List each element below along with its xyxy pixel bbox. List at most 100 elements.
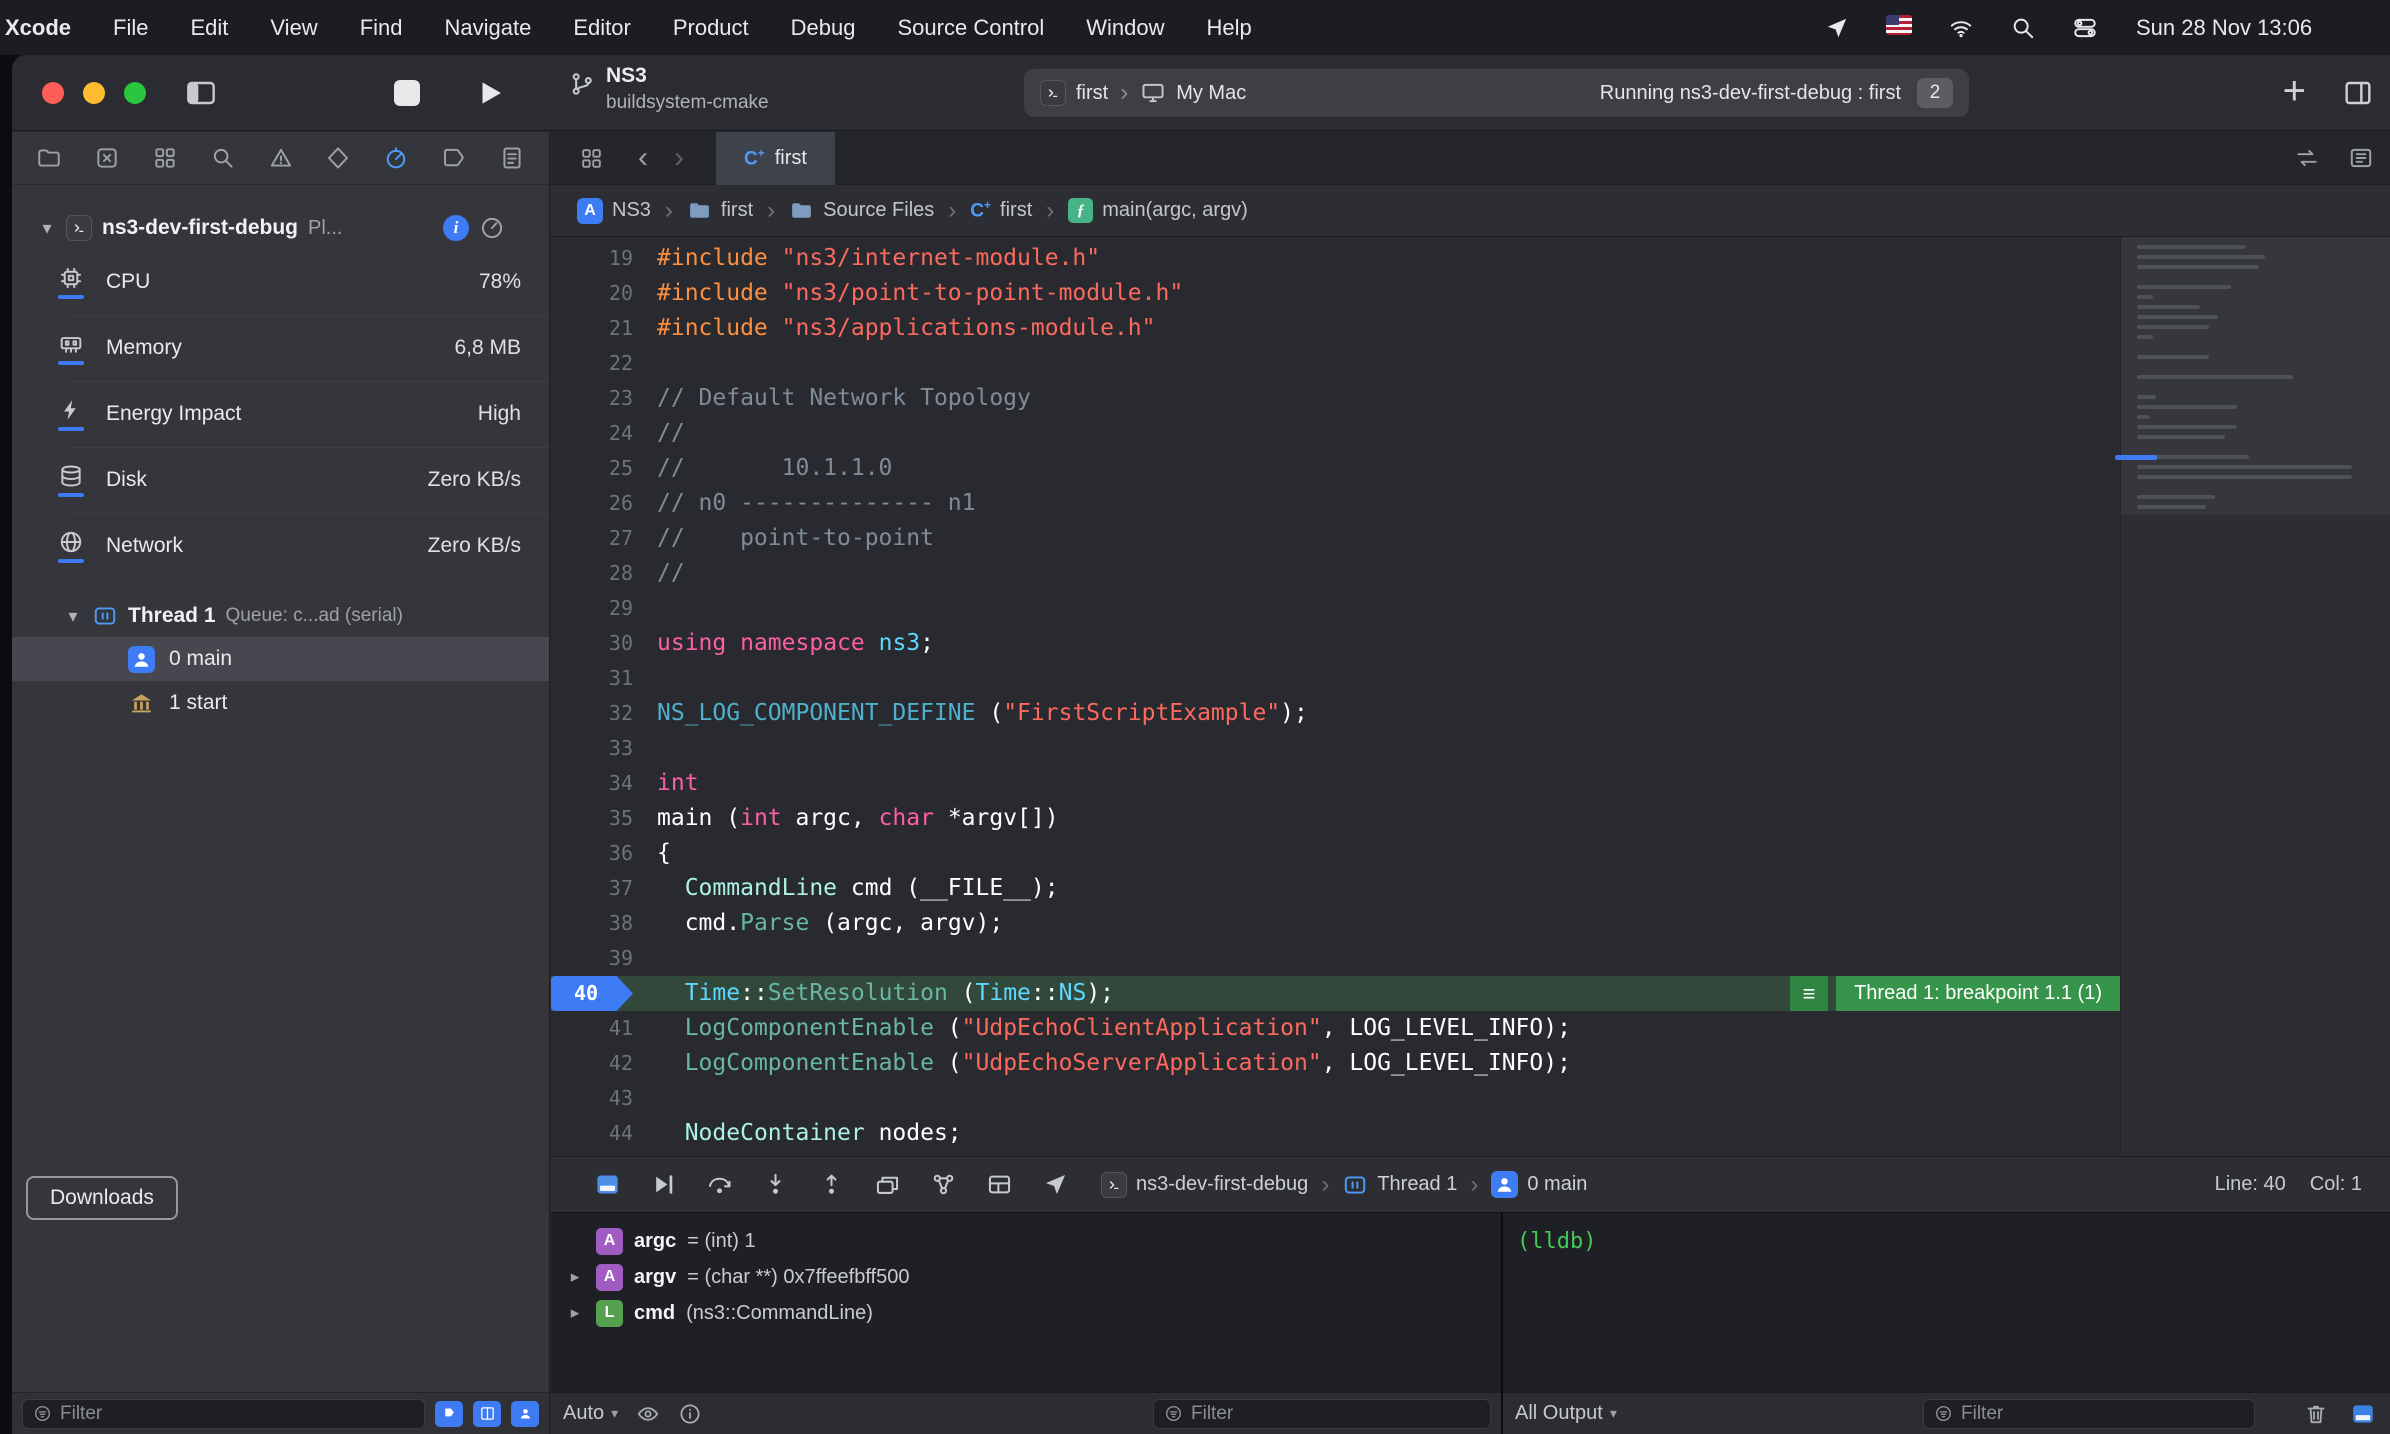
line-number[interactable]: 39: [551, 941, 633, 976]
menu-edit[interactable]: Edit: [169, 15, 249, 41]
menu-find[interactable]: Find: [339, 15, 424, 41]
line-number[interactable]: 43: [551, 1081, 633, 1116]
debug-area-toggle-icon[interactable]: [579, 1171, 635, 1198]
menu-window[interactable]: Window: [1065, 15, 1185, 41]
line-number[interactable]: 38: [551, 906, 633, 941]
line-number[interactable]: 24: [551, 416, 633, 451]
run-button[interactable]: [474, 76, 508, 110]
variable-row[interactable]: ▸Aargv= (char **) 0x7ffeefbff500: [551, 1259, 1501, 1295]
breakpoint-annotation[interactable]: Thread 1: breakpoint 1.1 (1): [1836, 976, 2120, 1011]
find-navigator-icon[interactable]: [210, 145, 236, 171]
toggle-columns-icon[interactable]: [473, 1401, 501, 1427]
step-into-icon[interactable]: [747, 1171, 803, 1198]
disclosure-collapsed-icon[interactable]: ▸: [565, 1267, 585, 1287]
scheme-target[interactable]: first: [1076, 82, 1108, 105]
menu-source-control[interactable]: Source Control: [877, 15, 1066, 41]
keyboard-flag-icon[interactable]: [1886, 15, 1912, 41]
gauge-icon[interactable]: [479, 215, 505, 241]
gauge-row-cpu[interactable]: CPU78%: [12, 249, 549, 315]
minimap[interactable]: [2120, 237, 2390, 1156]
project-navigator-icon[interactable]: [36, 145, 62, 171]
process-row[interactable]: ▾ ns3-dev-first-debug Pl... i: [12, 207, 549, 249]
downloads-button[interactable]: Downloads: [26, 1176, 178, 1220]
jumpbar-item-source-files[interactable]: Source Files: [789, 198, 934, 223]
reports-navigator-icon[interactable]: [499, 145, 525, 171]
step-over-icon[interactable]: [691, 1171, 747, 1198]
simulate-location-icon[interactable]: [1027, 1171, 1083, 1198]
scheme-activity-bar[interactable]: first › My Mac Running ns3-dev-first-deb…: [1024, 69, 1969, 117]
navigator-toggle-icon[interactable]: [184, 77, 218, 109]
console-output[interactable]: (lldb): [1503, 1213, 2390, 1392]
line-number[interactable]: 44: [551, 1116, 633, 1151]
gauge-row-energy[interactable]: Energy ImpactHigh: [12, 381, 549, 447]
console-pane-toggle-icon[interactable]: [2348, 1401, 2378, 1427]
line-number[interactable]: 41: [551, 1011, 633, 1046]
disclosure-open-icon[interactable]: ▾: [64, 606, 82, 627]
search-icon[interactable]: [2010, 15, 2036, 41]
line-number[interactable]: 31: [551, 661, 633, 696]
quicklook-eye-icon[interactable]: [636, 1402, 660, 1426]
menu-product[interactable]: Product: [652, 15, 770, 41]
menu-editor[interactable]: Editor: [552, 15, 651, 41]
line-number[interactable]: 20: [551, 276, 633, 311]
variables-filter-input[interactable]: Filter: [1153, 1399, 1491, 1429]
jumpbar-item-first[interactable]: first: [687, 198, 753, 223]
scheme-destination[interactable]: My Mac: [1176, 82, 1246, 105]
stack-frame-row[interactable]: 0 main: [12, 637, 549, 681]
toggle-people-icon[interactable]: [511, 1401, 539, 1427]
variable-row[interactable]: Aargc= (int) 1: [551, 1223, 1501, 1259]
navigator-filter-input[interactable]: Filter: [22, 1399, 425, 1429]
toggle-breakpoints-icon[interactable]: [435, 1401, 463, 1427]
stack-frame-row[interactable]: 1 start: [12, 681, 549, 725]
continue-icon[interactable]: [635, 1171, 691, 1198]
line-number[interactable]: 21: [551, 311, 633, 346]
menu-debug[interactable]: Debug: [770, 15, 877, 41]
menubar-clock[interactable]: Sun 28 Nov 13:06: [2136, 15, 2312, 41]
menu-help[interactable]: Help: [1186, 15, 1273, 41]
info-icon[interactable]: i: [443, 215, 469, 241]
jumpbar-item-first[interactable]: C+first: [970, 198, 1032, 222]
minimize-window-button[interactable]: [83, 82, 105, 104]
menu-navigate[interactable]: Navigate: [424, 15, 553, 41]
code-area[interactable]: 19#include "ns3/internet-module.h"20#inc…: [551, 237, 2120, 1156]
adjust-editor-icon[interactable]: [2348, 145, 2374, 171]
close-window-button[interactable]: [42, 82, 64, 104]
line-number[interactable]: 36: [551, 836, 633, 871]
line-number[interactable]: 26: [551, 486, 633, 521]
code-review-icon[interactable]: [2294, 145, 2320, 171]
tab-first[interactable]: C+ first: [716, 132, 835, 185]
line-number[interactable]: 34: [551, 766, 633, 801]
line-number[interactable]: 42: [551, 1046, 633, 1081]
environment-overrides-icon[interactable]: [971, 1171, 1027, 1198]
print-description-icon[interactable]: [678, 1402, 702, 1426]
debug-crumb-0-main[interactable]: 0 main: [1491, 1171, 1587, 1198]
symbols-navigator-icon[interactable]: [152, 145, 178, 171]
gauge-row-network[interactable]: NetworkZero KB/s: [12, 513, 549, 579]
forward-chevron-icon[interactable]: ›: [674, 143, 684, 173]
line-number[interactable]: 19: [551, 241, 633, 276]
console-filter-input[interactable]: Filter: [1923, 1399, 2255, 1429]
jumpbar-item-main-argc-argv-[interactable]: ƒmain(argc, argv): [1068, 198, 1248, 223]
stop-button[interactable]: [394, 80, 420, 106]
tests-navigator-icon[interactable]: [325, 145, 351, 171]
line-number[interactable]: 25: [551, 451, 633, 486]
line-number[interactable]: 29: [551, 591, 633, 626]
source-control-navigator-icon[interactable]: [94, 145, 120, 171]
menu-view[interactable]: View: [249, 15, 338, 41]
line-number[interactable]: 27: [551, 521, 633, 556]
variable-row[interactable]: ▸Lcmd(ns3::CommandLine): [551, 1295, 1501, 1331]
disclosure-collapsed-icon[interactable]: ▸: [565, 1303, 585, 1323]
debug-crumb-ns3-dev-first-debug[interactable]: ns3-dev-first-debug: [1101, 1172, 1308, 1198]
line-number[interactable]: 30: [551, 626, 633, 661]
gauge-row-memory[interactable]: Memory6,8 MB: [12, 315, 549, 381]
back-chevron-icon[interactable]: ‹: [638, 143, 648, 173]
debug-crumb-thread-1[interactable]: Thread 1: [1342, 1172, 1457, 1198]
breakpoints-navigator-icon[interactable]: [441, 145, 467, 171]
step-out-icon[interactable]: [803, 1171, 859, 1198]
wifi-icon[interactable]: [1948, 15, 1974, 41]
thread-row[interactable]: ▾ Thread 1 Queue: c...ad (serial): [12, 595, 549, 637]
menu-xcode[interactable]: Xcode: [0, 15, 92, 41]
console-scope-popup[interactable]: All Output ▾: [1515, 1402, 1617, 1425]
editor-layout-icon[interactable]: [2342, 77, 2374, 109]
jumpbar-item-ns3[interactable]: ANS3: [577, 198, 651, 224]
